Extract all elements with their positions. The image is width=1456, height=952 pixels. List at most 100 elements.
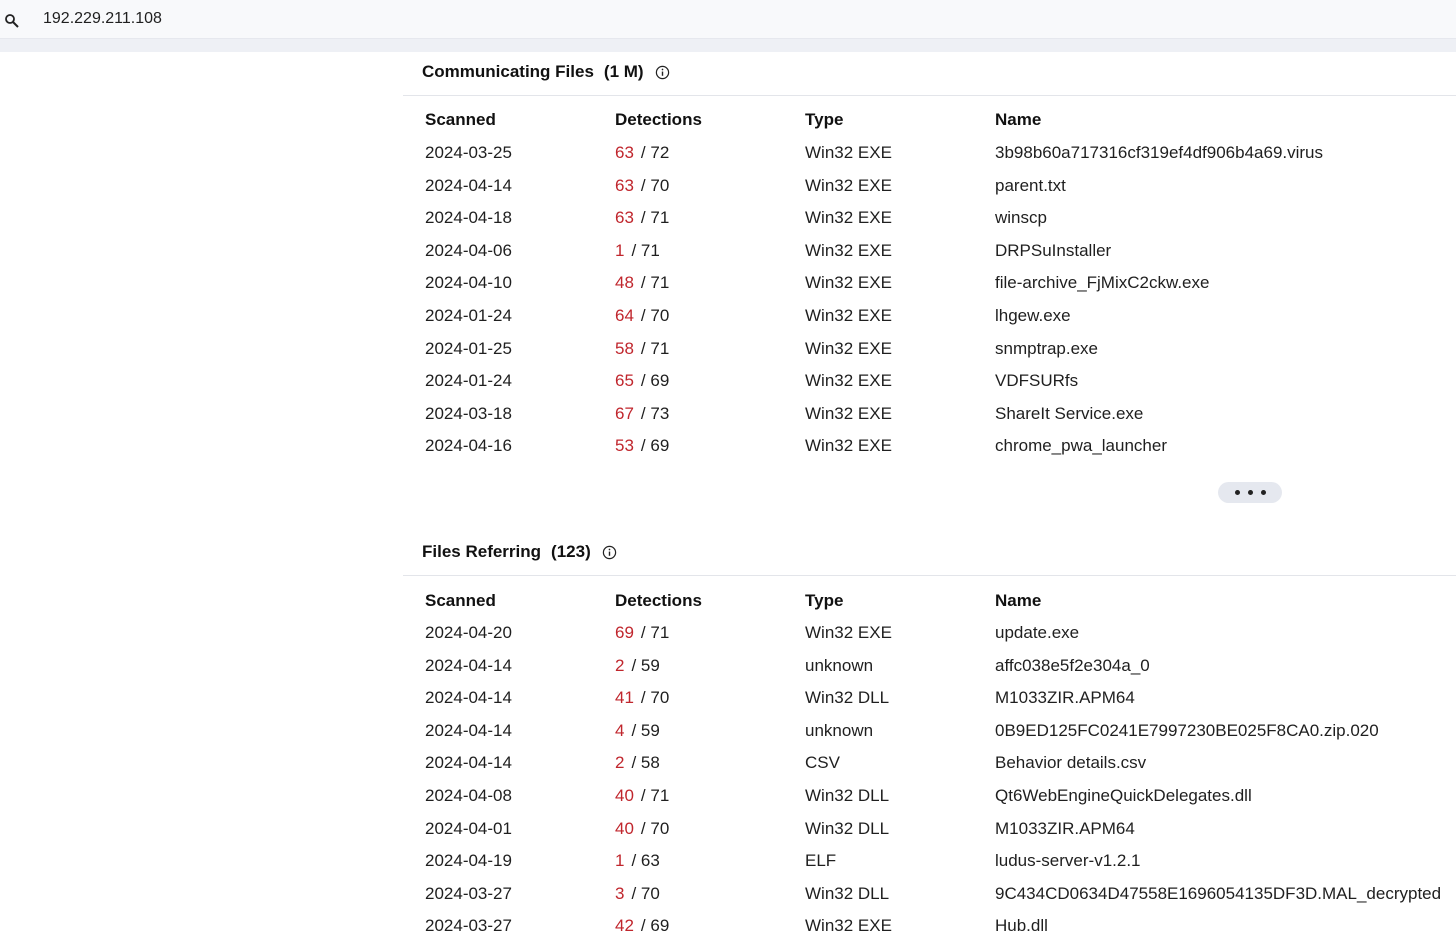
scanned-date: 2024-04-19: [425, 851, 512, 871]
detections-positive: 40: [615, 786, 634, 805]
detections-total: / 69: [640, 916, 670, 936]
detections-positive: 2: [615, 655, 625, 675]
detections-positive: 1: [615, 851, 625, 871]
file-name-link[interactable]: ShareIt Service.exe: [995, 404, 1143, 424]
file-type: Win32 EXE: [805, 208, 892, 228]
file-name-link[interactable]: update.exe: [995, 623, 1079, 643]
file-type: Win32 DLL: [805, 688, 890, 708]
detections-cell[interactable]: 40 / 71: [615, 786, 669, 806]
detections-total: / 71: [640, 273, 670, 293]
file-name-link[interactable]: parent.txt: [995, 176, 1066, 196]
file-type: ELF: [805, 851, 837, 871]
detections-cell[interactable]: 58 / 71: [615, 339, 669, 359]
detections-cell[interactable]: 69 / 71: [615, 623, 669, 643]
show-more-button[interactable]: [1218, 482, 1282, 503]
detections-total: / 71: [640, 338, 670, 358]
file-name-link[interactable]: chrome_pwa_launcher: [995, 436, 1167, 456]
detections-cell[interactable]: 2 / 58: [615, 753, 660, 773]
detections-positive: 41: [615, 688, 634, 708]
communicating-files-title: Communicating Files (1 M): [422, 62, 670, 82]
file-name-link[interactable]: winscp: [995, 208, 1047, 228]
detections-total: / 71: [631, 240, 660, 260]
file-name-link[interactable]: Hub.dll: [995, 916, 1048, 936]
detections-total: / 63: [631, 851, 660, 871]
col-header-scanned[interactable]: Scanned: [425, 591, 496, 611]
detections-cell[interactable]: 65 / 69: [615, 371, 669, 391]
section-title-text: Communicating Files: [422, 62, 594, 81]
more-dots-icon: [1260, 490, 1266, 495]
file-name-link[interactable]: ludus-server-v1.2.1: [995, 851, 1141, 871]
file-name-link[interactable]: M1033ZIR.APM64: [995, 688, 1135, 708]
detections-positive: 42: [615, 916, 634, 936]
detections-positive: 58: [615, 338, 634, 358]
scanned-date: 2024-04-01: [425, 818, 512, 838]
file-type: Win32 DLL: [805, 786, 890, 805]
col-header-name[interactable]: Name: [995, 110, 1041, 130]
detections-positive: 40: [615, 818, 634, 838]
file-type: Win32 EXE: [805, 273, 892, 293]
files-referring-title: Files Referring (123): [422, 542, 617, 562]
file-name-link[interactable]: lhgew.exe: [995, 306, 1071, 326]
info-icon[interactable]: [655, 65, 670, 80]
scanned-date: 2024-04-14: [425, 655, 512, 675]
search-icon[interactable]: [4, 13, 20, 29]
search-input[interactable]: 192.229.211.108: [43, 10, 162, 28]
detections-cell[interactable]: 64 / 70: [615, 306, 669, 326]
detections-cell[interactable]: 1 / 63: [615, 851, 660, 871]
detections-cell[interactable]: 41 / 70: [615, 688, 669, 708]
col-header-name[interactable]: Name: [995, 591, 1041, 611]
detections-cell[interactable]: 48 / 71: [615, 273, 669, 293]
detections-cell[interactable]: 42 / 69: [615, 916, 669, 936]
file-name-link[interactable]: DRPSuInstaller: [995, 241, 1111, 261]
col-header-type[interactable]: Type: [805, 591, 843, 611]
scanned-date: 2024-04-06: [425, 240, 512, 260]
file-name-link[interactable]: VDFSURfs: [995, 371, 1078, 391]
scanned-date: 2024-04-14: [425, 720, 512, 740]
detections-cell[interactable]: 40 / 70: [615, 819, 669, 839]
detections-cell[interactable]: 63 / 70: [615, 176, 669, 196]
scanned-date: 2024-04-14: [425, 688, 512, 708]
file-name-link[interactable]: M1033ZIR.APM64: [995, 819, 1135, 839]
col-header-scanned[interactable]: Scanned: [425, 110, 496, 130]
col-header-detections[interactable]: Detections: [615, 110, 702, 130]
more-dots-icon: [1247, 490, 1253, 495]
section-count: (1 M): [603, 62, 644, 81]
file-name-link[interactable]: file-archive_FjMixC2ckw.exe: [995, 273, 1209, 293]
file-type: Win32 DLL: [805, 883, 890, 903]
detections-cell[interactable]: 1 / 71: [615, 241, 660, 261]
detections-positive: 2: [615, 753, 625, 773]
detections-cell[interactable]: 2 / 59: [615, 656, 660, 676]
file-name-link[interactable]: 0B9ED125FC0241E7997230BE025F8CA0.zip.020: [995, 721, 1379, 741]
detections-cell[interactable]: 63 / 71: [615, 208, 669, 228]
detections-total: / 71: [640, 208, 670, 228]
file-name-link[interactable]: Qt6WebEngineQuickDelegates.dll: [995, 786, 1252, 806]
detections-cell[interactable]: 4 / 59: [615, 721, 660, 741]
detections-total: / 59: [631, 655, 660, 675]
col-header-type[interactable]: Type: [805, 110, 843, 130]
file-name-link[interactable]: 9C434CD0634D47558E1696054135DF3D.MAL_dec…: [995, 884, 1441, 904]
scanned-date: 2024-04-18: [425, 208, 512, 228]
detections-cell[interactable]: 67 / 73: [615, 404, 669, 424]
detections-total: / 71: [640, 623, 670, 642]
search-bar[interactable]: 192.229.211.108: [0, 0, 1456, 39]
info-icon[interactable]: [602, 545, 617, 560]
detections-cell[interactable]: 3 / 70: [615, 884, 660, 904]
detections-cell[interactable]: 63 / 72: [615, 143, 669, 163]
section-count: (123): [551, 542, 591, 561]
section-title-text: Files Referring: [422, 542, 542, 561]
file-name-link[interactable]: Behavior details.csv: [995, 753, 1146, 773]
detections-total: / 70: [640, 175, 670, 195]
scanned-date: 2024-01-24: [425, 306, 512, 325]
scanned-date: 2024-04-10: [425, 273, 512, 293]
file-name-link[interactable]: 3b98b60a717316cf319ef4df906b4a69.virus: [995, 143, 1323, 163]
file-type: Win32 EXE: [805, 175, 892, 195]
detections-cell[interactable]: 53 / 69: [615, 436, 669, 456]
col-header-detections[interactable]: Detections: [615, 591, 702, 611]
file-type: Win32 EXE: [805, 338, 892, 358]
file-name-link[interactable]: snmptrap.exe: [995, 339, 1098, 359]
file-name-link[interactable]: affc038e5f2e304a_0: [995, 656, 1150, 676]
file-type: Win32 EXE: [805, 306, 892, 325]
detections-positive: 3: [615, 883, 625, 903]
detections-total: / 70: [631, 883, 660, 903]
detections-total: / 59: [631, 720, 660, 740]
